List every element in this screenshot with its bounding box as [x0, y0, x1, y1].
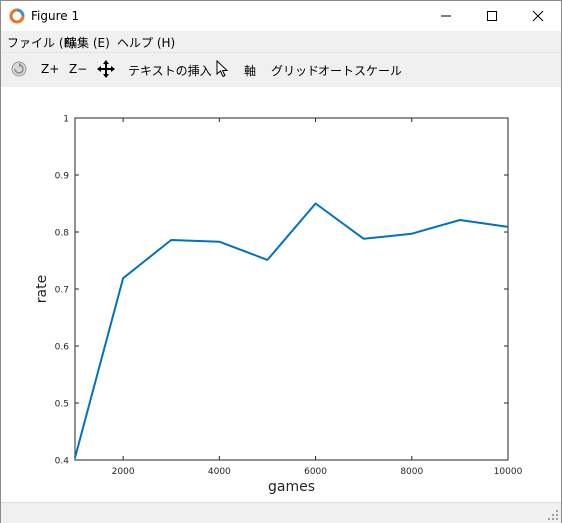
x-tick-label: 8000 [400, 467, 423, 477]
close-icon [532, 10, 544, 22]
resize-grip-icon[interactable] [547, 509, 559, 521]
close-button[interactable] [515, 1, 561, 31]
y-tick-label: 0.8 [55, 229, 70, 239]
maximize-icon [487, 11, 497, 21]
maximize-button[interactable] [469, 1, 515, 31]
zoom-out-button[interactable]: Z− [69, 62, 87, 76]
figure-window: Figure 1 ファイル (F) 編集 (E) ヘルプ (H) Z+ Z− テ… [0, 0, 562, 523]
toolbar: Z+ Z− テキストの挿入 軸 グリッド オートスケール [1, 52, 561, 88]
app-logo-icon [9, 8, 25, 24]
y-tick-label: 1 [63, 115, 69, 125]
x-axis-label: games [268, 479, 315, 495]
grid-button[interactable]: グリッド [271, 62, 319, 79]
menu-bar: ファイル (F) 編集 (E) ヘルプ (H) [1, 31, 561, 52]
line-chart: 0.4 0.5 0.6 0.7 0.8 0.9 1 2000 4000 6000 8000 1000… [34, 115, 523, 496]
menu-edit[interactable]: 編集 (E) [65, 34, 110, 51]
rotate-icon[interactable] [10, 60, 28, 78]
x-tick-label: 2000 [112, 467, 135, 477]
title-bar[interactable]: Figure 1 [1, 1, 561, 31]
minimize-icon [441, 15, 451, 17]
axes-button[interactable]: 軸 [244, 62, 256, 79]
y-axis-label: rate [34, 275, 50, 303]
y-tick-label: 0.7 [55, 286, 69, 296]
insert-text-button[interactable]: テキストの挿入 [128, 62, 212, 79]
y-tick-label: 0.9 [55, 172, 70, 182]
plot-frame [74, 117, 509, 461]
x-tick-label: 10000 [494, 467, 523, 477]
minimize-button[interactable] [423, 1, 469, 31]
autoscale-button[interactable]: オートスケール [318, 62, 402, 79]
window-title: Figure 1 [31, 9, 80, 23]
menu-help[interactable]: ヘルプ (H) [117, 34, 175, 51]
plot-canvas[interactable]: 0.4 0.5 0.6 0.7 0.8 0.9 1 2000 4000 6000 8000 1000… [1, 87, 561, 502]
x-tick-label: 4000 [208, 467, 231, 477]
zoom-in-button[interactable]: Z+ [41, 62, 59, 76]
status-bar [1, 502, 561, 523]
x-tick-label: 6000 [304, 467, 327, 477]
pointer-icon[interactable] [215, 60, 229, 78]
y-tick-label: 0.5 [55, 400, 69, 410]
pan-move-icon[interactable] [97, 60, 115, 78]
y-tick-label: 0.6 [55, 343, 70, 353]
y-tick-label: 0.4 [55, 457, 70, 467]
